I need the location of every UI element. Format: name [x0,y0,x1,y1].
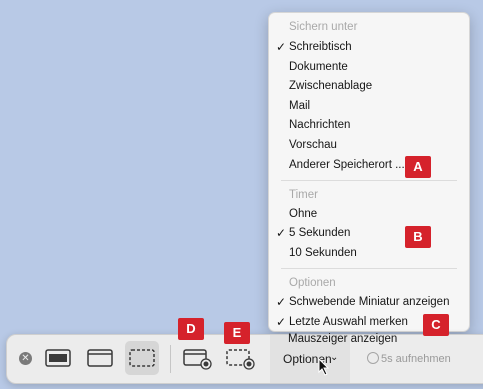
record-screen-button[interactable] [179,341,213,375]
menu-item-remember-selection[interactable]: Letzte Auswahl merken [289,316,408,328]
toolbar-divider [170,345,171,373]
callout-e: E [224,322,250,344]
callout-d: D [178,318,204,340]
check-icon: ✓ [276,40,287,54]
callout-a: A [405,156,431,178]
menu-separator [281,268,457,269]
menu-header-timer: Timer [289,189,318,201]
screen-icon [87,349,113,367]
selection-icon [129,349,155,367]
capture-window-button[interactable] [41,341,75,375]
menu-item-other-location[interactable]: Anderer Speicherort ... [289,159,405,171]
capture-selection-button[interactable] [125,341,159,375]
menu-item-clipboard[interactable]: Zwischenablage [289,80,372,92]
record-button-label: 5s aufnehmen [381,353,451,365]
callout-c: C [423,314,449,336]
menu-item-show-cursor[interactable]: Mauszeiger anzeigen [288,333,397,345]
menu-item-messages[interactable]: Nachrichten [289,119,350,131]
capture-screen-button[interactable] [83,341,117,375]
callout-b: B [405,226,431,248]
menu-item-mail[interactable]: Mail [289,100,310,112]
record-screen-icon [183,349,212,370]
record-selection-button[interactable] [222,341,256,375]
menu-item-timer-5s[interactable]: 5 Sekunden [289,227,350,239]
check-icon: ✓ [276,315,287,329]
menu-item-timer-none[interactable]: Ohne [289,208,317,220]
menu-item-timer-10s[interactable]: 10 Sekunden [289,247,357,259]
menu-header-save-to: Sichern unter [289,21,358,33]
menu-item-preview[interactable]: Vorschau [289,139,337,151]
record-selection-icon [226,349,255,370]
timer-icon [367,352,379,364]
menu-item-documents[interactable]: Dokumente [289,61,348,73]
menu-item-floating-thumbnail[interactable]: Schwebende Miniatur anzeigen [289,296,449,308]
window-icon [45,349,71,367]
check-icon: ✓ [276,295,287,309]
chevron-down-icon: ⌄ [330,352,339,363]
cursor-icon [318,358,330,376]
menu-separator [281,180,457,181]
check-icon: ✓ [276,226,287,240]
options-menu: Sichern unter ✓ Schreibtisch Dokumente Z… [268,12,470,332]
record-button[interactable]: 5s aufnehmen [367,352,451,365]
menu-header-options: Optionen [289,277,336,289]
menu-item-desktop[interactable]: Schreibtisch [289,41,352,53]
close-icon[interactable]: ✕ [19,352,32,365]
